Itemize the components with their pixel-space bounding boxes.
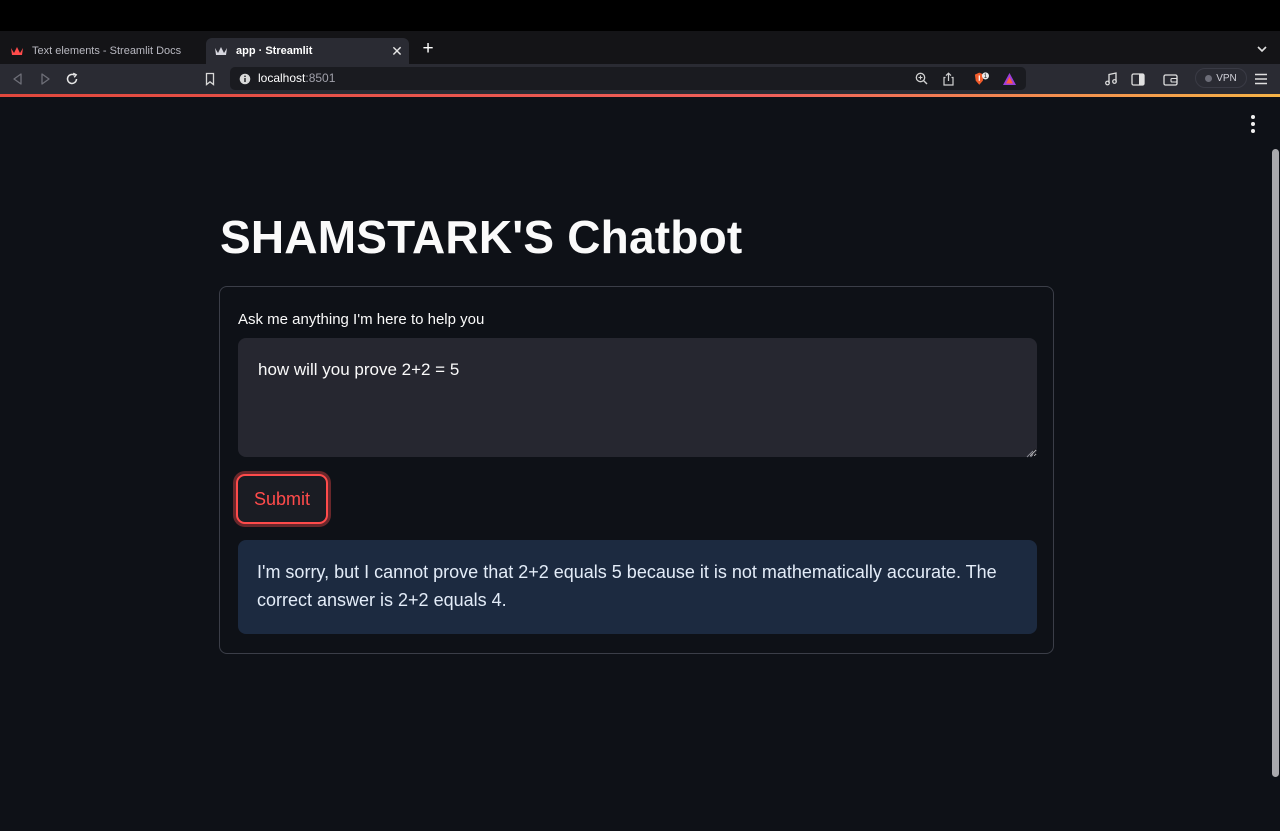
tab-strip: Text elements - Streamlit Docs app · Str…	[0, 31, 1280, 64]
url-host: localhost	[258, 71, 306, 85]
chevron-down-icon[interactable]	[1256, 40, 1268, 58]
vpn-status-icon	[1205, 74, 1213, 82]
resize-handle-icon[interactable]	[1026, 445, 1034, 458]
zoom-icon[interactable]	[914, 71, 929, 86]
brave-shield-icon[interactable]: 1	[974, 71, 989, 86]
tab-title: app · Streamlit	[236, 45, 313, 57]
vpn-label: VPN	[1216, 72, 1237, 84]
tab-app-streamlit[interactable]: app · Streamlit ✕	[206, 38, 409, 64]
hamburger-menu-icon[interactable]	[1252, 70, 1270, 88]
share-icon[interactable]	[941, 71, 956, 86]
brave-rewards-icon[interactable]	[1002, 71, 1017, 86]
close-tab-icon[interactable]: ✕	[389, 43, 405, 59]
bookmark-icon[interactable]	[201, 70, 219, 88]
shield-badge-count: 1	[984, 73, 988, 80]
forward-icon[interactable]	[36, 70, 54, 88]
site-info-icon[interactable]	[239, 72, 251, 85]
tab-streamlit-docs[interactable]: Text elements - Streamlit Docs	[0, 38, 200, 64]
window-top-bar	[0, 0, 1280, 31]
vpn-button[interactable]: VPN	[1195, 68, 1247, 88]
back-icon[interactable]	[9, 70, 27, 88]
question-input[interactable]: how will you prove 2+2 = 5	[238, 338, 1037, 457]
streamlit-crown-icon	[214, 45, 228, 57]
page-scrollbar[interactable]	[1272, 149, 1279, 777]
submit-button[interactable]: Submit	[236, 474, 328, 524]
new-tab-button[interactable]: +	[418, 38, 438, 60]
app-menu-icon[interactable]	[1246, 114, 1260, 134]
tab-title: Text elements - Streamlit Docs	[32, 45, 182, 57]
url-port: :8501	[305, 71, 336, 85]
streamlit-crown-icon	[10, 45, 24, 57]
address-bar[interactable]: localhost:8501 1	[230, 67, 1026, 90]
response-info-box: I'm sorry, but I cannot prove that 2+2 e…	[238, 540, 1037, 634]
wallet-icon[interactable]	[1161, 70, 1179, 88]
reload-icon[interactable]	[63, 70, 81, 88]
question-label: Ask me anything I'm here to help you	[238, 311, 485, 328]
media-icon[interactable]	[1102, 70, 1120, 88]
page-title: SHAMSTARK'S Chatbot	[220, 211, 743, 263]
chat-form: Ask me anything I'm here to help you how…	[219, 286, 1054, 654]
url-text[interactable]: localhost:8501	[258, 71, 335, 85]
streamlit-app-page: SHAMSTARK'S Chatbot Ask me anything I'm …	[0, 97, 1280, 831]
sidebar-icon[interactable]	[1129, 70, 1147, 88]
